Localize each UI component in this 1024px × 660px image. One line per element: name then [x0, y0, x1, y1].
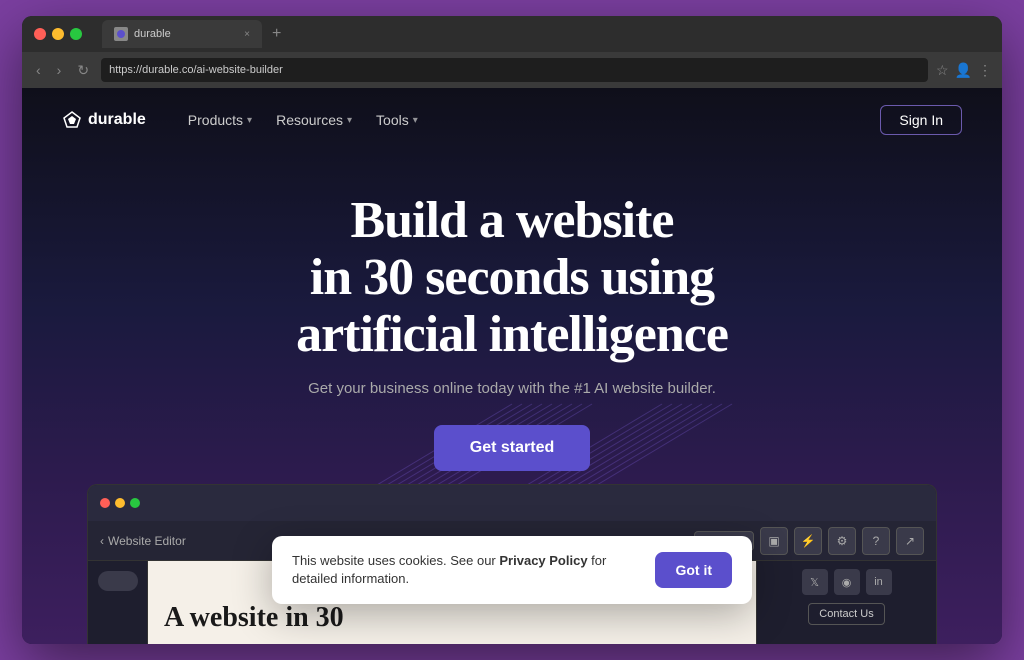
nav-links: Products ▾ Resources ▾ Tools ▾	[178, 106, 428, 134]
editor-site-preview-text: A website in 30	[164, 602, 344, 634]
editor-titlebar	[88, 485, 936, 521]
tools-chevron-icon: ▾	[413, 115, 418, 126]
products-nav-link[interactable]: Products ▾	[178, 106, 262, 134]
logo-icon	[62, 110, 82, 130]
get-started-button[interactable]: Get started	[434, 425, 590, 471]
refresh-button[interactable]: ↻	[73, 60, 93, 81]
editor-back-button[interactable]: ‹ Website Editor	[100, 534, 186, 548]
resources-chevron-icon: ▾	[347, 115, 352, 126]
maximize-button[interactable]	[70, 28, 82, 40]
minimize-button[interactable]	[52, 28, 64, 40]
editor-traffic-lights	[100, 498, 140, 508]
privacy-policy-link[interactable]: Privacy Policy	[499, 553, 587, 568]
logo-text: durable	[88, 111, 146, 129]
twitter-icon[interactable]: 𝕏	[802, 569, 828, 595]
nav-right: Sign In	[880, 105, 962, 135]
contact-us-button[interactable]: Contact Us	[808, 603, 884, 625]
editor-maximize-light	[130, 498, 140, 508]
close-button[interactable]	[34, 28, 46, 40]
address-bar[interactable]: https://durable.co/ai-website-builder	[101, 58, 928, 82]
tab-favicon	[114, 27, 128, 41]
back-arrow-icon: ‹	[100, 534, 104, 548]
instagram-icon[interactable]: ◉	[834, 569, 860, 595]
tab-bar: durable × +	[102, 20, 990, 48]
share-button[interactable]: ↗	[896, 527, 924, 555]
new-tab-button[interactable]: +	[266, 25, 287, 43]
linkedin-icon[interactable]: in	[866, 569, 892, 595]
sign-in-button[interactable]: Sign In	[880, 105, 962, 135]
browser-toolbar: ‹ › ↻ https://durable.co/ai-website-buil…	[22, 52, 1002, 88]
settings-button[interactable]: ⚙	[828, 527, 856, 555]
help-button[interactable]: ?	[862, 527, 890, 555]
sidebar-toggle[interactable]	[98, 571, 138, 591]
site-logo[interactable]: durable	[62, 110, 146, 130]
cookie-banner: This website uses cookies. See our Priva…	[272, 536, 752, 604]
profile-icon[interactable]: 👤	[955, 62, 972, 79]
editor-close-light	[100, 498, 110, 508]
resources-nav-link[interactable]: Resources ▾	[266, 106, 362, 134]
social-icons: 𝕏 ◉ in	[802, 569, 892, 595]
hero-subtitle: Get your business online today with the …	[308, 380, 716, 397]
active-tab[interactable]: durable ×	[102, 20, 262, 48]
tools-nav-link[interactable]: Tools ▾	[366, 106, 428, 134]
editor-sidebar	[88, 561, 148, 644]
site-navbar: durable Products ▾ Resources ▾ Tools ▾	[22, 88, 1002, 152]
website-content: durable Products ▾ Resources ▾ Tools ▾	[22, 88, 1002, 644]
back-nav-button[interactable]: ‹	[32, 60, 45, 80]
browser-titlebar: durable × +	[22, 16, 1002, 52]
bookmark-icon[interactable]: ☆	[936, 62, 949, 79]
cookie-accept-button[interactable]: Got it	[655, 552, 732, 588]
tab-title: durable	[134, 28, 238, 40]
more-menu-icon[interactable]: ⋮	[978, 62, 992, 79]
editor-minimize-light	[115, 498, 125, 508]
hero-title: Build a website in 30 seconds using arti…	[296, 192, 728, 364]
toolbar-actions: ☆ 👤 ⋮	[936, 62, 992, 79]
url-display: https://durable.co/ai-website-builder	[109, 64, 283, 76]
browser-window: durable × + ‹ › ↻ https://durable.co/ai-…	[22, 16, 1002, 644]
lightning-button[interactable]: ⚡	[794, 527, 822, 555]
products-chevron-icon: ▾	[247, 115, 252, 126]
forward-nav-button[interactable]: ›	[53, 60, 66, 80]
tab-close-icon[interactable]: ×	[244, 29, 250, 40]
cookie-text: This website uses cookies. See our Priva…	[292, 552, 639, 588]
editor-right-panel: 𝕏 ◉ in Contact Us	[756, 561, 936, 644]
desktop-view-button[interactable]: ▣	[760, 527, 788, 555]
traffic-lights	[34, 28, 82, 40]
hero-content: Build a website in 30 seconds using arti…	[22, 152, 1002, 471]
